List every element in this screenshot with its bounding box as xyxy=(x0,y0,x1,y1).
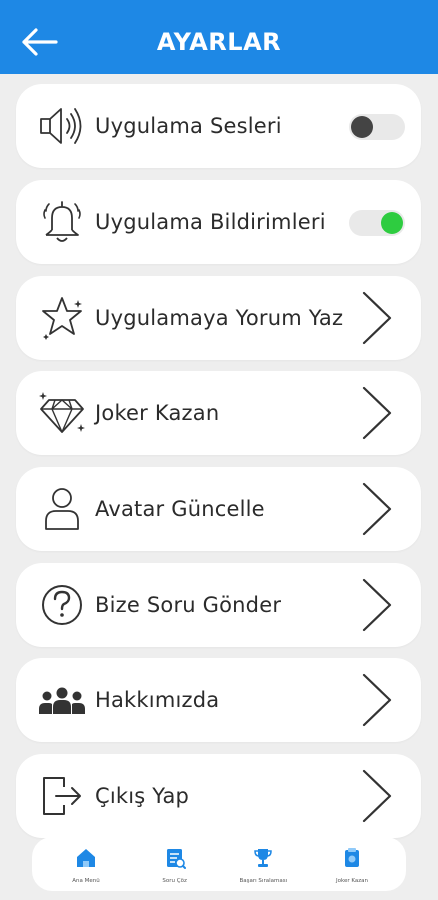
setting-row-review[interactable]: Uygulamaya Yorum Yaz xyxy=(16,276,421,360)
setting-label-send-question: Bize Soru Gönder xyxy=(95,593,282,617)
setting-row-send-question[interactable]: Bize Soru Gönder xyxy=(16,563,421,647)
page-title: AYARLAR xyxy=(156,28,282,56)
nav-item-joker[interactable]: Joker Kazan xyxy=(312,837,392,891)
nav-label-leaderboard: Başarı Sıralaması xyxy=(239,878,288,884)
home-icon xyxy=(77,849,95,867)
nav-label-home: Ana Menü xyxy=(72,878,100,884)
setting-row-sounds: Uygulama Sesleri xyxy=(16,84,421,168)
chevron-right-icon xyxy=(362,386,392,440)
diamond-icon xyxy=(39,392,85,433)
setting-label-logout: Çıkış Yap xyxy=(95,784,190,808)
sounds-toggle[interactable] xyxy=(349,114,405,140)
bottom-navigation: Ana Menü Soru Çöz Başarı Sıralaması Joke… xyxy=(32,837,406,891)
quiz-icon xyxy=(166,849,186,869)
setting-row-joker[interactable]: Joker Kazan xyxy=(16,371,421,455)
joker-icon xyxy=(344,848,359,867)
logout-icon xyxy=(43,777,81,815)
setting-label-about: Hakkımızda xyxy=(95,688,220,712)
setting-label-notifications: Uygulama Bildirimleri xyxy=(95,210,326,234)
setting-label-avatar: Avatar Güncelle xyxy=(95,497,265,521)
chevron-right-icon xyxy=(362,482,392,536)
app-header: AYARLAR xyxy=(0,0,438,74)
nav-label-joker: Joker Kazan xyxy=(335,878,368,884)
nav-item-leaderboard[interactable]: Başarı Sıralaması xyxy=(223,837,303,891)
setting-label-joker: Joker Kazan xyxy=(95,401,220,425)
toggle-knob xyxy=(351,116,373,138)
chevron-right-icon xyxy=(362,673,392,727)
setting-row-about[interactable]: Hakkımızda xyxy=(16,658,421,742)
chevron-right-icon xyxy=(362,769,392,823)
setting-label-sounds: Uygulama Sesleri xyxy=(95,114,282,138)
chevron-right-icon xyxy=(362,291,392,345)
star-icon xyxy=(42,297,82,340)
nav-item-quiz[interactable]: Soru Çöz xyxy=(135,837,215,891)
user-icon xyxy=(45,488,79,530)
chevron-right-icon xyxy=(362,578,392,632)
setting-row-logout[interactable]: Çıkış Yap xyxy=(16,754,421,838)
nav-label-quiz: Soru Çöz xyxy=(162,878,187,884)
setting-row-avatar[interactable]: Avatar Güncelle xyxy=(16,467,421,551)
toggle-knob xyxy=(381,212,403,234)
bell-icon xyxy=(43,201,81,242)
group-icon xyxy=(39,687,85,714)
setting-label-review: Uygulamaya Yorum Yaz xyxy=(95,306,344,330)
setting-row-notifications: Uygulama Bildirimleri xyxy=(16,180,421,264)
nav-item-home[interactable]: Ana Menü xyxy=(46,837,126,891)
trophy-icon xyxy=(254,849,273,867)
question-icon xyxy=(42,585,82,625)
speaker-icon xyxy=(40,108,82,144)
notifications-toggle[interactable] xyxy=(349,210,405,236)
